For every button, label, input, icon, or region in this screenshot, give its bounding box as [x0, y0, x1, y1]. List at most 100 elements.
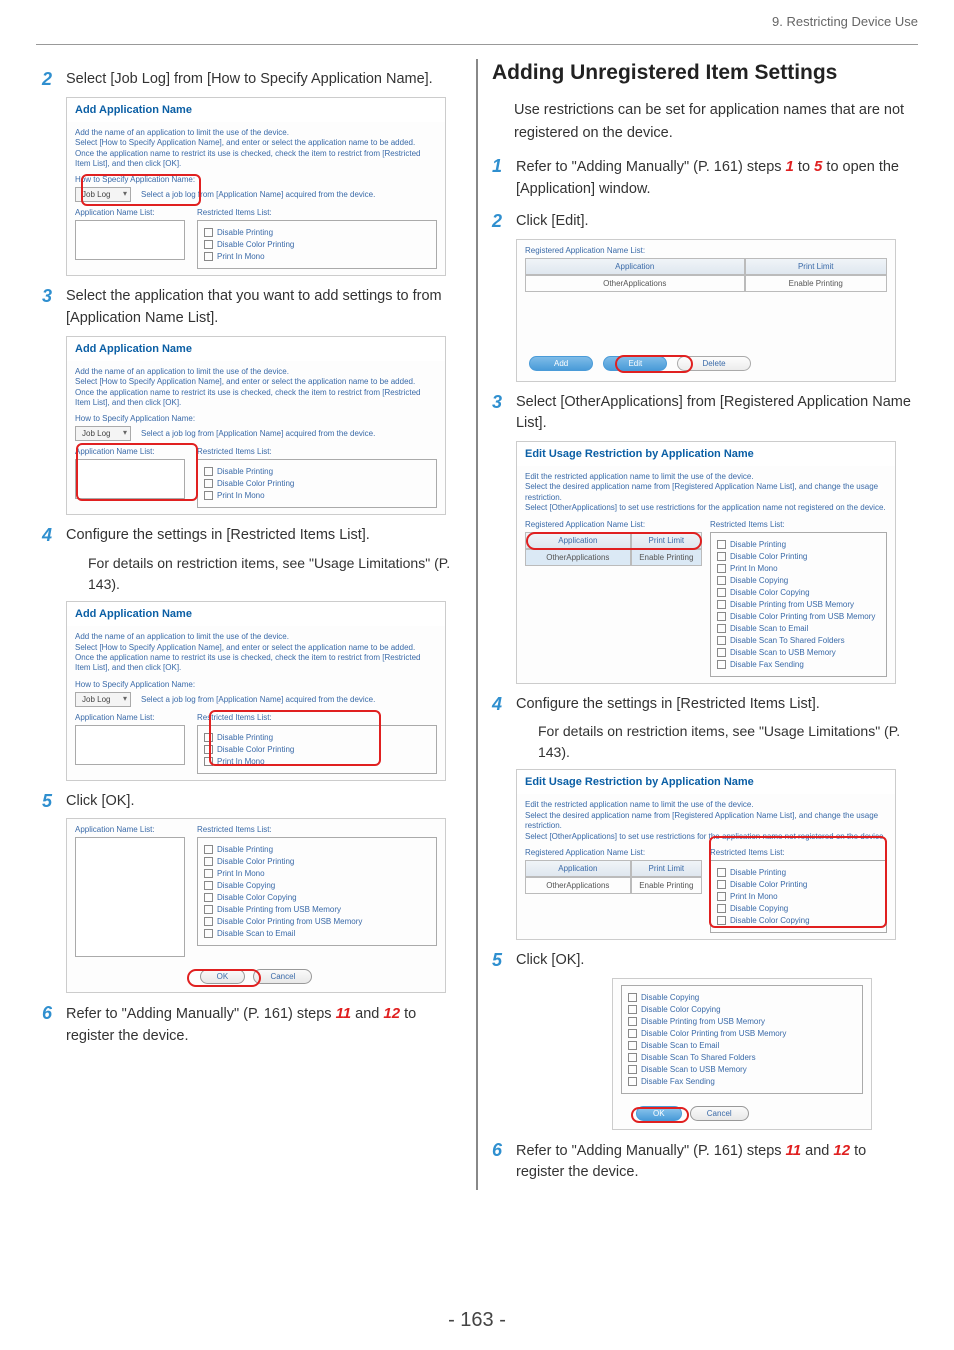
- step-number: 5: [42, 791, 66, 813]
- checkbox-row[interactable]: Print In Mono: [204, 757, 430, 766]
- dialog-title: Add Application Name: [67, 98, 445, 122]
- screenshot-edit-usage-2: Edit Usage Restriction by Application Na…: [516, 769, 896, 940]
- step-number: 5: [492, 950, 516, 972]
- col-print-limit: Print Limit: [631, 532, 702, 549]
- checkbox-row[interactable]: Disable Printing: [717, 868, 880, 877]
- checkbox-row[interactable]: Disable Copying: [204, 881, 430, 890]
- checkbox-row[interactable]: Disable Scan To Shared Folders: [628, 1053, 856, 1062]
- checkbox-row[interactable]: Disable Printing from USB Memory: [204, 905, 430, 914]
- checkbox-row[interactable]: Disable Printing from USB Memory: [717, 600, 880, 609]
- app-name-listbox[interactable]: [75, 725, 185, 765]
- dialog-description: Add the name of an application to limit …: [75, 367, 437, 409]
- screenshot-edit-usage-1: Edit Usage Restriction by Application Na…: [516, 441, 896, 684]
- cell-print-limit: Enable Printing: [745, 275, 887, 292]
- joblog-select[interactable]: Job Log: [75, 187, 131, 202]
- dialog-description: Add the name of an application to limit …: [75, 632, 437, 674]
- restricted-items-label: Restricted Items List:: [197, 208, 437, 217]
- dialog-title: Add Application Name: [67, 337, 445, 361]
- intro-text: Use restrictions can be set for applicat…: [514, 99, 912, 144]
- col-print-limit: Print Limit: [745, 258, 887, 275]
- registered-list-label: Registered Application Name List:: [525, 848, 702, 857]
- checkbox-row[interactable]: Disable Color Printing: [204, 745, 430, 754]
- checkbox-row[interactable]: Print In Mono: [204, 491, 430, 500]
- restricted-items-panel: Disable Copying Disable Color Copying Di…: [621, 985, 863, 1094]
- joblog-hint: Select a job log from [Application Name]…: [141, 695, 375, 704]
- checkbox-row[interactable]: Disable Fax Sending: [628, 1077, 856, 1086]
- ok-button[interactable]: OK: [636, 1106, 682, 1121]
- screenshot-add-application-1: Add Application Name Add the name of an …: [66, 97, 446, 277]
- edit-button[interactable]: Edit: [603, 356, 667, 371]
- step-number: 4: [42, 525, 66, 547]
- checkbox-row[interactable]: Disable Printing: [204, 467, 430, 476]
- checkbox-row[interactable]: Disable Printing: [204, 845, 430, 854]
- cancel-button[interactable]: Cancel: [690, 1106, 749, 1121]
- checkbox-row[interactable]: Disable Scan to USB Memory: [717, 648, 880, 657]
- checkbox-row[interactable]: Disable Copying: [717, 904, 880, 913]
- checkbox-row[interactable]: Disable Color Printing from USB Memory: [628, 1029, 856, 1038]
- checkbox-row[interactable]: Disable Scan to USB Memory: [628, 1065, 856, 1074]
- checkbox-row[interactable]: Disable Color Copying: [204, 893, 430, 902]
- checkbox-row[interactable]: Disable Scan to Email: [717, 624, 880, 633]
- inline-step-ref: 12: [833, 1142, 850, 1159]
- restricted-items-label: Restricted Items List:: [197, 713, 437, 722]
- checkbox-row[interactable]: Disable Printing: [204, 228, 430, 237]
- how-to-specify-label: How to Specify Application Name:: [75, 175, 437, 184]
- checkbox-row[interactable]: Disable Printing: [204, 733, 430, 742]
- checkbox-row[interactable]: Disable Copying: [628, 993, 856, 1002]
- checkbox-row[interactable]: Disable Scan to Email: [204, 929, 430, 938]
- checkbox-row[interactable]: Disable Scan To Shared Folders: [717, 636, 880, 645]
- restricted-items-panel: Disable Printing Disable Color Printing …: [710, 532, 887, 677]
- checkbox-row[interactable]: Disable Color Copying: [628, 1005, 856, 1014]
- checkbox-row[interactable]: Disable Color Copying: [717, 916, 880, 925]
- left-column: 2 Select [Job Log] from [How to Specify …: [30, 59, 474, 1190]
- checkbox-row[interactable]: Disable Color Printing: [204, 479, 430, 488]
- checkbox-row[interactable]: Disable Color Printing: [717, 880, 880, 889]
- joblog-hint: Select a job log from [Application Name]…: [141, 429, 375, 438]
- joblog-select[interactable]: Job Log: [75, 426, 131, 441]
- joblog-hint: Select a job log from [Application Name]…: [141, 190, 375, 199]
- checkbox-row[interactable]: Disable Copying: [717, 576, 880, 585]
- restricted-items-panel: Disable Printing Disable Color Printing …: [197, 725, 437, 774]
- app-name-listbox[interactable]: [75, 837, 185, 957]
- restricted-items-label: Restricted Items List:: [197, 825, 437, 834]
- checkbox-row[interactable]: Disable Fax Sending: [717, 660, 880, 669]
- checkbox-row[interactable]: Disable Scan to Email: [628, 1041, 856, 1050]
- checkbox-row[interactable]: Print In Mono: [204, 252, 430, 261]
- col-application: Application: [525, 258, 745, 275]
- checkbox-row[interactable]: Disable Color Printing: [204, 857, 430, 866]
- checkbox-row[interactable]: Print In Mono: [204, 869, 430, 878]
- checkbox-row[interactable]: Disable Color Printing: [204, 240, 430, 249]
- step-number: 2: [492, 211, 516, 233]
- cell-application[interactable]: OtherApplications: [525, 275, 745, 292]
- inline-step-ref: 11: [786, 1142, 802, 1159]
- checkbox-row[interactable]: Disable Color Copying: [717, 588, 880, 597]
- step-number: 4: [492, 694, 516, 716]
- screenshot-ok-panel-right: Disable Copying Disable Color Copying Di…: [612, 978, 872, 1130]
- restricted-items-label: Restricted Items List:: [197, 447, 437, 456]
- cell-application[interactable]: OtherApplications: [525, 549, 631, 566]
- step-text: Select the application that you want to …: [66, 286, 462, 330]
- checkbox-row[interactable]: Disable Color Printing from USB Memory: [717, 612, 880, 621]
- cancel-button[interactable]: Cancel: [253, 969, 312, 984]
- delete-button[interactable]: Delete: [677, 356, 750, 371]
- checkbox-row[interactable]: Print In Mono: [717, 892, 880, 901]
- step-text: Refer to "Adding Manually" (P. 161) step…: [516, 1140, 912, 1185]
- checkbox-row[interactable]: Disable Color Printing from USB Memory: [204, 917, 430, 926]
- step-number: 1: [492, 156, 516, 201]
- screenshot-registered-list: Registered Application Name List: Applic…: [516, 239, 896, 382]
- restricted-items-panel: Disable Printing Disable Color Printing …: [197, 459, 437, 508]
- app-name-listbox[interactable]: [75, 220, 185, 260]
- step-number: 3: [42, 286, 66, 330]
- joblog-select[interactable]: Job Log: [75, 692, 131, 707]
- screenshot-add-application-2: Add Application Name Add the name of an …: [66, 336, 446, 516]
- checkbox-row[interactable]: Disable Color Printing: [717, 552, 880, 561]
- cell-application[interactable]: OtherApplications: [525, 877, 631, 894]
- add-button[interactable]: Add: [529, 356, 593, 371]
- step-number: 2: [42, 69, 66, 91]
- checkbox-row[interactable]: Disable Printing from USB Memory: [628, 1017, 856, 1026]
- app-name-list-label: Application Name List:: [75, 208, 185, 217]
- checkbox-row[interactable]: Print In Mono: [717, 564, 880, 573]
- checkbox-row[interactable]: Disable Printing: [717, 540, 880, 549]
- ok-button[interactable]: OK: [200, 969, 246, 984]
- app-name-listbox[interactable]: [75, 459, 185, 499]
